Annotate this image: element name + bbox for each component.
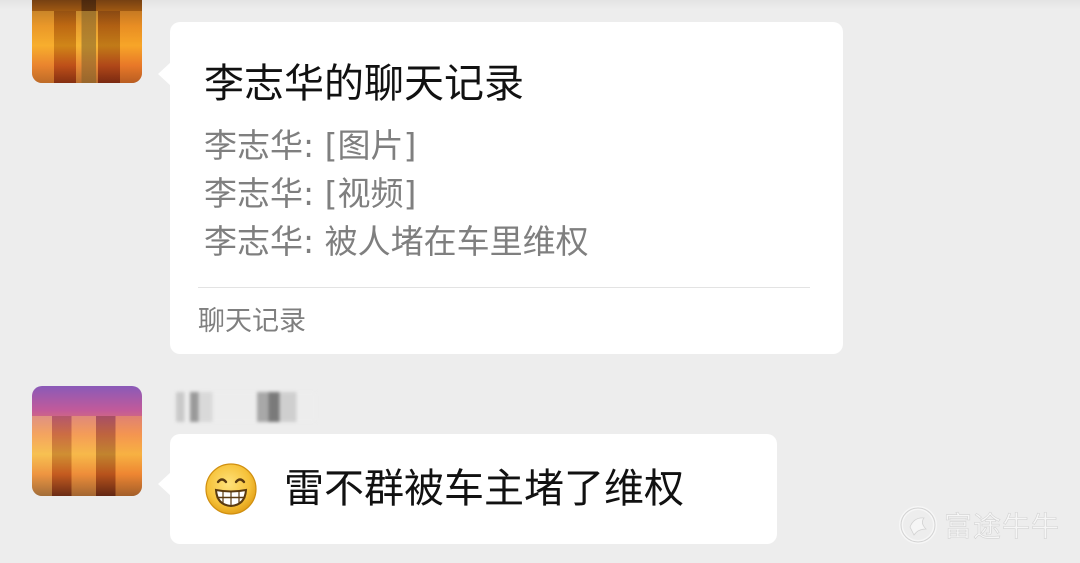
watermark-text: 富途牛牛 bbox=[943, 510, 1060, 544]
chat-record-line: 李志华: [图片] bbox=[204, 126, 417, 165]
top-edge bbox=[0, 0, 1080, 10]
divider bbox=[198, 287, 810, 288]
chat-record-line: 李志华: [视频] bbox=[204, 174, 417, 213]
futu-logo-icon bbox=[898, 506, 937, 544]
watermark: 富途牛牛 bbox=[898, 503, 1060, 547]
chat-record-title: 李志华的聊天记录 bbox=[204, 61, 524, 107]
chat-record-preview: 李志华: [图片] 李志华: [视频] 李志华: 被人堵在车里维权 bbox=[204, 122, 589, 266]
avatar[interactable] bbox=[32, 0, 142, 83]
chat-record-card[interactable]: 李志华的聊天记录 李志华: [图片] 李志华: [视频] 李志华: 被人堵在车里… bbox=[158, 22, 843, 354]
sender-name-blurred bbox=[176, 392, 316, 422]
avatar-pixelation bbox=[32, 11, 142, 83]
avatar[interactable] bbox=[32, 386, 142, 496]
message-text: 雷不群被车主堵了维权 bbox=[284, 466, 684, 512]
grinning-face-emoji-icon bbox=[205, 463, 257, 515]
avatar-pixelation bbox=[32, 416, 142, 496]
message-bubble[interactable]: 雷不群被车主堵了维权 bbox=[158, 434, 777, 544]
chat-record-line: 李志华: 被人堵在车里维权 bbox=[204, 222, 589, 261]
chat-record-footer-label: 聊天记录 bbox=[198, 306, 306, 337]
